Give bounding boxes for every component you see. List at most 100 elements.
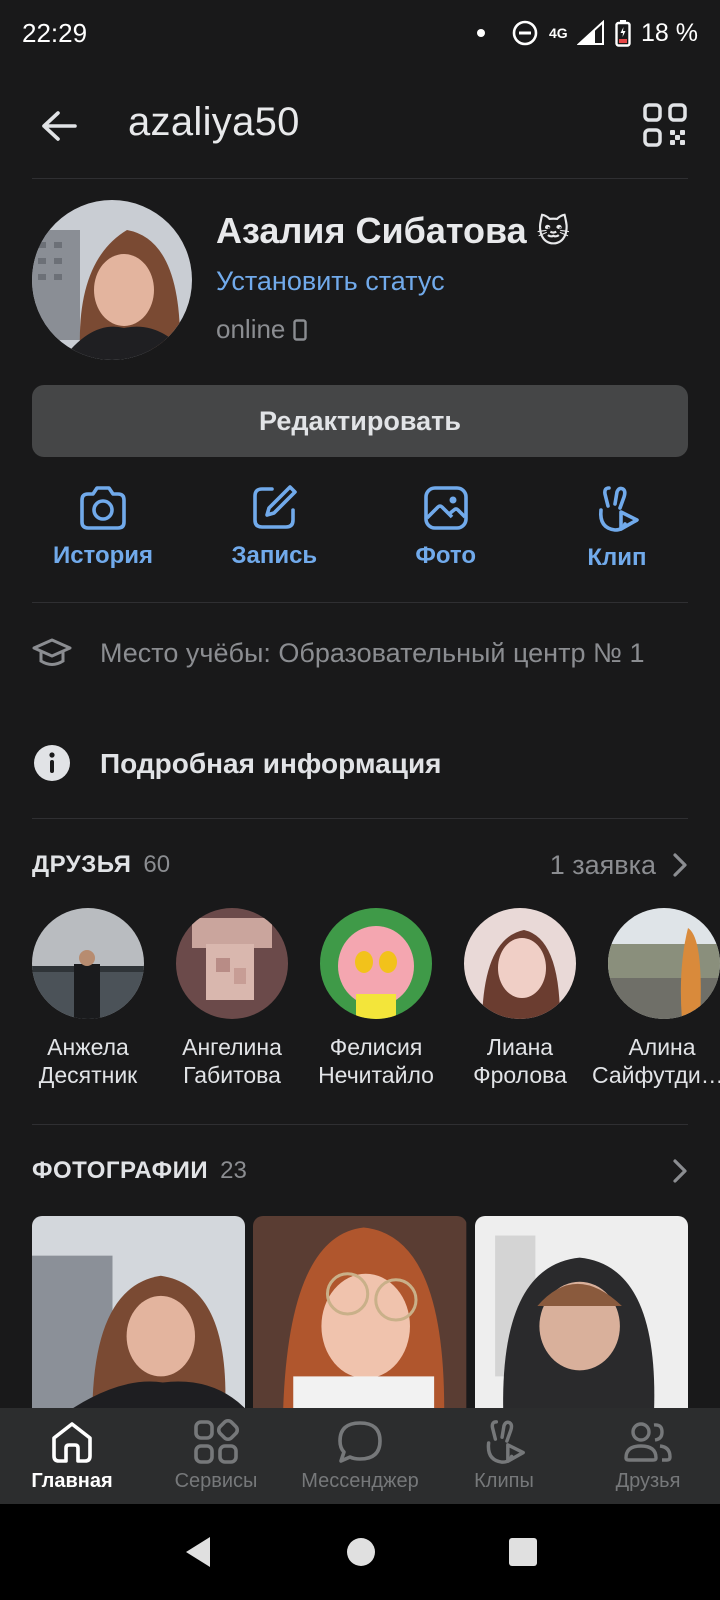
details-label: Подробная информация	[100, 748, 442, 779]
avatar-photo	[32, 200, 192, 360]
friend-name: Алина Сайфутдинова	[592, 1033, 720, 1088]
friend-item[interactable]: Лиана Фролова	[464, 908, 576, 1088]
friend-item[interactable]: Алина Сайфутдинова	[592, 908, 720, 1088]
tab-home[interactable]: Главная	[0, 1408, 144, 1493]
cat-emoji-icon: 🐱	[536, 213, 571, 249]
photo-label: Фото	[415, 542, 476, 569]
tab-services-label: Сервисы	[174, 1470, 258, 1492]
friend-avatar	[32, 908, 144, 1019]
signal-icon	[577, 20, 605, 45]
profile-name-text: Азалия Сибатова	[216, 210, 527, 251]
friend-name: Лиана Фролова	[473, 1033, 567, 1088]
friend-name: Фелисия Нечитайло	[318, 1033, 434, 1088]
profile-header: azaliya50	[0, 80, 720, 176]
edit-icon	[253, 485, 298, 529]
photo-button[interactable]: Фото	[361, 484, 531, 584]
friends-header[interactable]: ДРУЗЬЯ 60 1 заявка	[32, 845, 688, 885]
nav-recents-icon[interactable]	[508, 1537, 538, 1567]
quick-actions: История Запись Фото Клип	[18, 484, 702, 584]
friends-count: 60	[143, 851, 171, 878]
clip-button[interactable]: Клип	[532, 484, 702, 584]
friend-item[interactable]: Фелисия Нечитайло	[318, 908, 434, 1088]
online-status: online	[216, 314, 308, 345]
status-time: 22:29	[22, 18, 88, 48]
friends-title: ДРУЗЬЯ	[32, 851, 132, 878]
edit-profile-button[interactable]: Редактировать	[32, 385, 688, 457]
clips-icon	[486, 1420, 525, 1464]
photos-count: 23	[220, 1157, 247, 1184]
back-button[interactable]	[30, 98, 86, 154]
details-row[interactable]: Подробная информация	[32, 744, 688, 784]
system-navigation-bar	[0, 1504, 720, 1600]
arrow-left-icon	[42, 111, 77, 141]
tab-services[interactable]: Сервисы	[144, 1408, 288, 1493]
image-icon	[423, 486, 468, 530]
network-type: 4G	[549, 25, 568, 41]
photos-header[interactable]: ФОТОГРАФИИ 23	[32, 1151, 688, 1191]
tab-messenger-label: Мессенджер	[301, 1470, 419, 1492]
chevron-right-icon	[673, 853, 687, 877]
friend-name: Ангелина Габитова	[182, 1033, 282, 1088]
online-text: online	[216, 314, 286, 344]
story-label: История	[52, 542, 154, 569]
home-icon	[52, 1422, 92, 1463]
messenger-icon	[338, 1421, 382, 1463]
battery-percent: 18 %	[641, 18, 698, 47]
friend-requests-link[interactable]: 1 заявка	[550, 850, 688, 881]
post-label: Запись	[231, 542, 318, 569]
avatar[interactable]	[32, 200, 192, 360]
divider	[32, 602, 688, 603]
tab-friends[interactable]: Друзья	[576, 1408, 720, 1493]
friend-avatar	[608, 908, 720, 1019]
graduation-cap-icon	[32, 638, 72, 666]
friend-avatar	[320, 908, 432, 1019]
status-bar: 22:29 4G 18 %	[0, 0, 720, 70]
divider	[32, 178, 688, 179]
friend-name: Анжела Десятник	[38, 1033, 138, 1088]
profile-name: Азалия Сибатова 🐱	[216, 210, 570, 252]
set-status-link[interactable]: Установить статус	[216, 266, 445, 297]
divider	[32, 1124, 688, 1125]
friends-title-group: ДРУЗЬЯ 60	[32, 851, 170, 879]
nav-back-icon[interactable]	[182, 1535, 214, 1569]
nav-home-icon[interactable]	[346, 1537, 376, 1567]
photos-title-group: ФОТОГРАФИИ 23	[32, 1157, 247, 1185]
friend-item[interactable]: Ангелина Габитова	[176, 908, 288, 1088]
clip-label: Клип	[587, 544, 647, 571]
tab-clips-label: Клипы	[474, 1470, 534, 1492]
status-icons: 4G 18 %	[477, 16, 698, 50]
friends-list: Анжела Десятник Ангелина Габитова Фелиси…	[32, 908, 720, 1088]
friend-item[interactable]: Анжела Десятник	[32, 908, 144, 1088]
photos-title: ФОТОГРАФИИ	[32, 1157, 209, 1184]
tab-friends-label: Друзья	[615, 1470, 681, 1492]
education-text: Место учёбы: Образовательный центр № 1	[100, 638, 645, 668]
story-button[interactable]: История	[18, 484, 188, 584]
battery-icon	[615, 20, 631, 47]
tab-home-label: Главная	[31, 1470, 113, 1492]
photos-grid	[32, 1216, 688, 1408]
tab-messenger[interactable]: Мессенджер	[288, 1408, 432, 1493]
education-row: Место учёбы: Образовательный центр № 1	[32, 634, 688, 672]
photos-more-link[interactable]	[672, 1158, 688, 1184]
qr-code-button[interactable]	[636, 96, 694, 154]
info-icon	[34, 745, 70, 781]
photo-thumbnail[interactable]	[253, 1216, 467, 1408]
camera-icon	[80, 486, 126, 530]
chevron-right-icon	[673, 1159, 687, 1183]
friend-avatar	[176, 908, 288, 1019]
photo-thumbnail[interactable]	[32, 1216, 246, 1408]
friend-requests-label: 1 заявка	[549, 849, 656, 880]
photo-thumbnail[interactable]	[474, 1216, 688, 1408]
services-icon	[194, 1418, 240, 1464]
page-title: azaliya50	[128, 100, 300, 144]
post-button[interactable]: Запись	[189, 484, 359, 584]
clip-icon	[598, 486, 639, 532]
notification-dot-icon	[477, 29, 486, 37]
friends-icon	[624, 1422, 672, 1462]
do-not-disturb-icon	[512, 20, 538, 46]
bottom-tab-bar: Главная Сервисы Мессенджер Клипы Друзья	[0, 1408, 720, 1504]
tab-clips[interactable]: Клипы	[432, 1408, 576, 1493]
divider	[32, 818, 688, 819]
mobile-phone-icon	[293, 318, 308, 341]
qr-code-icon	[643, 103, 687, 147]
